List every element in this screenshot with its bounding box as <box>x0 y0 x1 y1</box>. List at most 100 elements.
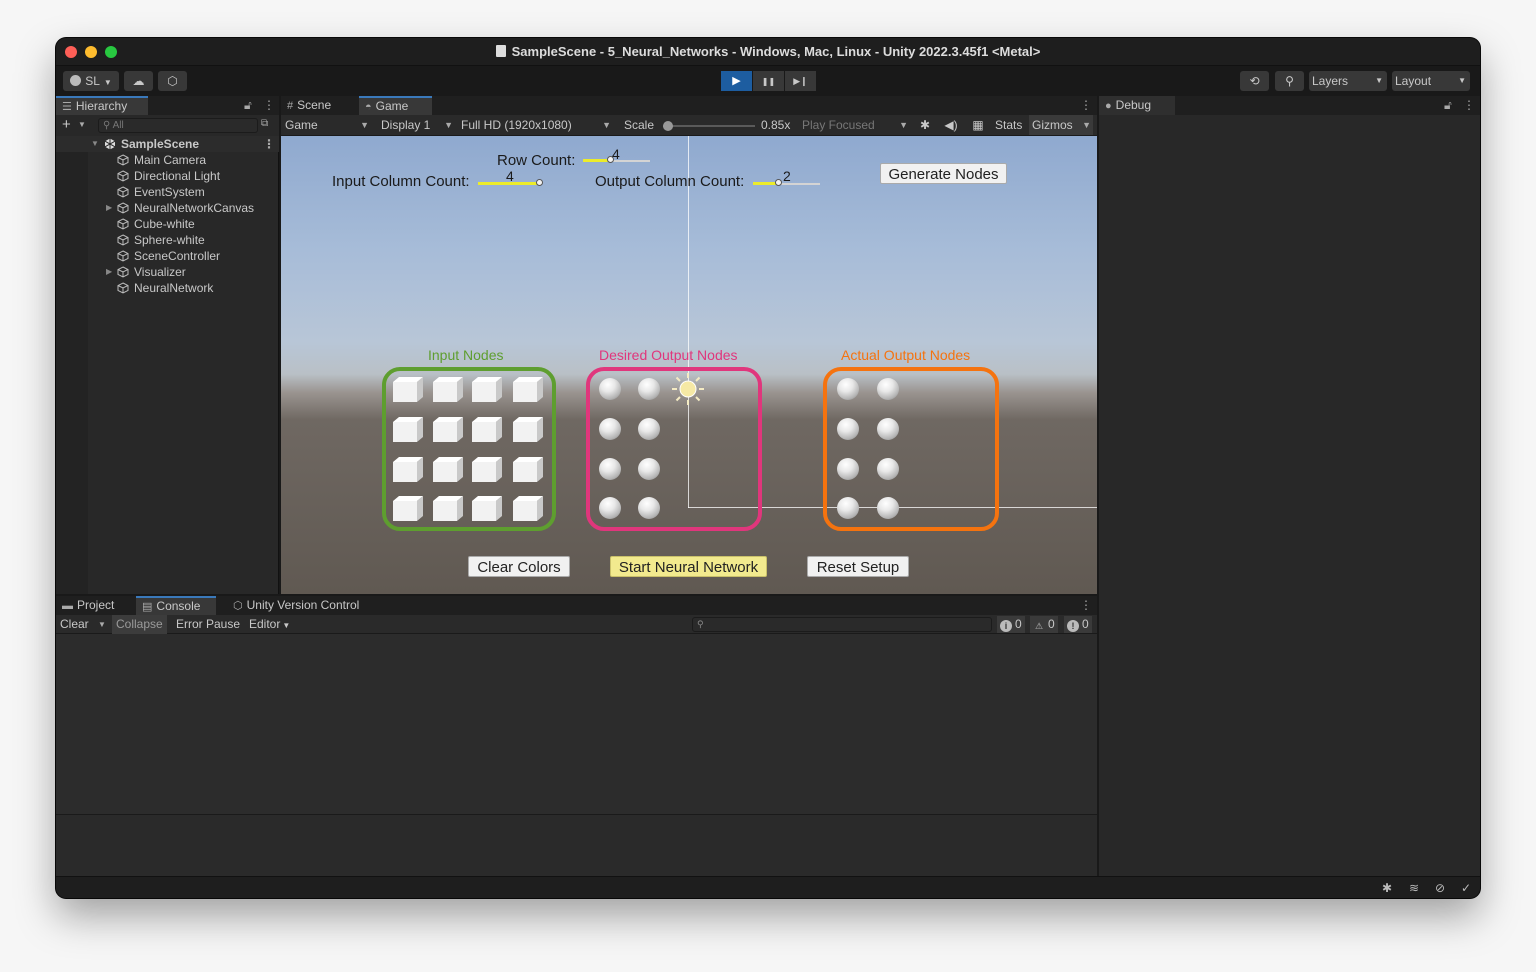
actual-output-sphere[interactable] <box>877 418 899 440</box>
pause-button[interactable]: ❚❚ <box>753 71 784 91</box>
step-button[interactable]: ▶❙ <box>785 71 816 91</box>
check-circle-icon[interactable]: ✓ <box>1458 880 1474 896</box>
desired-output-sphere[interactable] <box>599 497 621 519</box>
auto-generate-icon[interactable]: ⊘ <box>1432 880 1448 896</box>
editor-dropdown[interactable]: Editor ▼ <box>245 615 294 634</box>
output-column-slider-knob[interactable] <box>775 179 782 186</box>
input-node-cube[interactable] <box>433 495 465 521</box>
reset-setup-button[interactable]: Reset Setup <box>807 556 909 577</box>
input-node-cube[interactable] <box>393 495 425 521</box>
clear-console-button[interactable]: Clear <box>56 615 93 634</box>
layers-dropdown[interactable]: Layers ▼ <box>1309 71 1387 91</box>
keyboard-icon[interactable]: ▦ <box>970 115 986 135</box>
console-search-input[interactable]: ⚲ <box>692 617 992 632</box>
desired-output-sphere[interactable] <box>599 418 621 440</box>
tab-debug[interactable]: ● Debug <box>1099 96 1175 115</box>
actual-output-sphere[interactable] <box>877 497 899 519</box>
gizmos-dropdown[interactable]: Gizmos ▼ <box>1029 115 1093 135</box>
hierarchy-item[interactable]: NeuralNetwork <box>56 280 279 296</box>
start-neural-network-button[interactable]: Start Neural Network <box>610 556 767 577</box>
actual-output-sphere[interactable] <box>837 497 859 519</box>
account-dropdown[interactable]: SL ▼ <box>63 71 119 91</box>
desired-output-sphere[interactable] <box>638 378 660 400</box>
expand-arrow-icon[interactable]: ▼ <box>91 136 99 152</box>
hierarchy-search-input[interactable]: ⚲ All <box>98 118 258 133</box>
stats-button[interactable]: Stats <box>995 115 1022 135</box>
hierarchy-item[interactable]: Main Camera <box>56 152 279 168</box>
input-node-cube[interactable] <box>472 376 504 402</box>
chevron-down-icon[interactable]: ▼ <box>78 120 86 129</box>
bug-icon[interactable]: ✱ <box>1379 880 1395 896</box>
lock-icon[interactable]: 🔓︎ <box>244 96 252 115</box>
input-node-cube[interactable] <box>472 416 504 442</box>
input-node-cube[interactable] <box>393 376 425 402</box>
search-filter-icon[interactable]: ⧉ <box>261 118 268 129</box>
lock-icon[interactable]: 🔓︎ <box>1444 96 1452 115</box>
more-options-icon[interactable]: ⋮ <box>1463 96 1475 115</box>
expand-arrow-icon[interactable]: ▶ <box>106 200 112 216</box>
hierarchy-item[interactable]: ▶ NeuralNetworkCanvas <box>56 200 279 216</box>
scale-slider-knob[interactable] <box>663 121 673 131</box>
layout-dropdown[interactable]: Layout ▼ <box>1392 71 1470 91</box>
error-count-toggle[interactable]: ! 0 <box>1064 616 1092 633</box>
console-log-list[interactable] <box>56 634 1097 814</box>
more-options-icon[interactable]: ⋮ <box>263 96 275 115</box>
desired-output-sphere[interactable] <box>638 497 660 519</box>
actual-output-sphere[interactable] <box>877 378 899 400</box>
more-options-icon[interactable]: ⋮ <box>263 136 275 152</box>
display-dropdown[interactable]: Display 1 ▼ <box>381 115 455 135</box>
input-node-cube[interactable] <box>472 456 504 482</box>
input-node-cube[interactable] <box>472 495 504 521</box>
collab-button[interactable]: ⬡ <box>158 71 187 91</box>
input-node-cube[interactable] <box>513 416 545 442</box>
hierarchy-scene-row[interactable]: ▼ SampleScene ⋮ <box>56 136 279 152</box>
collapse-toggle[interactable]: Collapse <box>112 615 167 634</box>
input-node-cube[interactable] <box>513 495 545 521</box>
directional-light-gizmo-icon[interactable] <box>671 372 705 406</box>
hierarchy-item[interactable]: SceneController <box>56 248 279 264</box>
tab-scene[interactable]: # Scene <box>281 96 357 115</box>
play-focused-dropdown[interactable]: Play Focused ▼ <box>802 115 910 135</box>
chevron-down-icon[interactable]: ▼ <box>94 615 110 634</box>
hierarchy-item[interactable]: EventSystem <box>56 184 279 200</box>
input-node-cube[interactable] <box>513 456 545 482</box>
scale-slider[interactable] <box>663 121 755 131</box>
actual-output-sphere[interactable] <box>837 458 859 480</box>
audio-mute-icon[interactable]: ◀) <box>943 115 959 135</box>
input-node-cube[interactable] <box>513 376 545 402</box>
error-pause-toggle[interactable]: Error Pause <box>172 615 244 634</box>
play-button[interactable]: ▶ <box>721 71 752 91</box>
tab-project[interactable]: ▬ Project <box>56 596 134 615</box>
resolution-dropdown[interactable]: Full HD (1920x1080) ▼ <box>461 115 613 135</box>
history-button[interactable]: ⟲ <box>1240 71 1269 91</box>
input-column-slider-knob[interactable] <box>536 179 543 186</box>
hierarchy-item[interactable]: Sphere-white <box>56 232 279 248</box>
tab-hierarchy[interactable]: ☰ Hierarchy <box>56 96 148 115</box>
input-node-cube[interactable] <box>433 456 465 482</box>
game-mode-dropdown[interactable]: Game ▼ <box>285 115 371 135</box>
more-options-icon[interactable]: ⋮ <box>1080 596 1092 615</box>
tab-unity-version-control[interactable]: ⬡ Unity Version Control <box>227 596 387 615</box>
more-options-icon[interactable]: ⋮ <box>1080 96 1092 115</box>
actual-output-sphere[interactable] <box>877 458 899 480</box>
actual-output-sphere[interactable] <box>837 378 859 400</box>
info-count-toggle[interactable]: i0 <box>997 616 1025 633</box>
desired-output-sphere[interactable] <box>599 458 621 480</box>
stack-icon[interactable]: ≋ <box>1406 880 1422 896</box>
input-node-cube[interactable] <box>433 416 465 442</box>
tab-console[interactable]: ▤ Console <box>136 596 216 615</box>
hierarchy-item[interactable]: ▶ Visualizer <box>56 264 279 280</box>
console-detail-area[interactable] <box>56 814 1097 876</box>
actual-output-sphere[interactable] <box>837 418 859 440</box>
warning-count-toggle[interactable]: ⚠ 0 <box>1030 616 1058 633</box>
desired-output-sphere[interactable] <box>638 418 660 440</box>
debug-bug-icon[interactable]: ✱ <box>917 115 933 135</box>
input-node-cube[interactable] <box>393 416 425 442</box>
input-node-cube[interactable] <box>433 376 465 402</box>
expand-arrow-icon[interactable]: ▶ <box>106 264 112 280</box>
desired-output-sphere[interactable] <box>599 378 621 400</box>
input-node-cube[interactable] <box>393 456 425 482</box>
hierarchy-item[interactable]: Cube-white <box>56 216 279 232</box>
clear-colors-button[interactable]: Clear Colors <box>468 556 570 577</box>
search-button[interactable]: ⚲ <box>1275 71 1304 91</box>
